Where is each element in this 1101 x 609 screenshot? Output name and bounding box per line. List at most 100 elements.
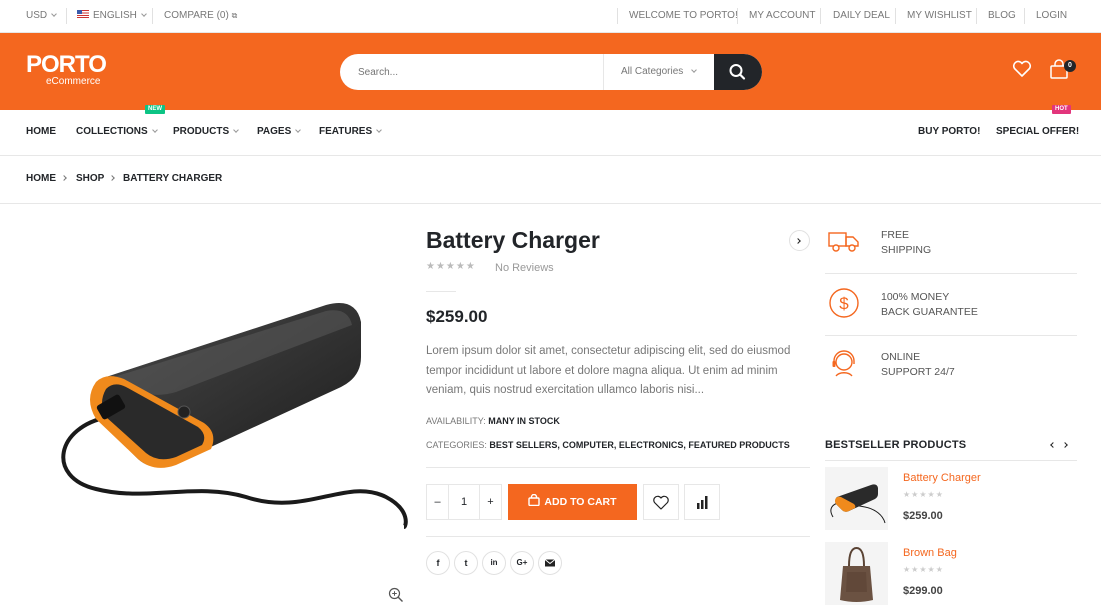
my-wishlist-link[interactable]: MY WISHLIST (907, 0, 972, 33)
wishlist-button[interactable] (1012, 60, 1032, 83)
quantity-input[interactable]: 1 (449, 485, 479, 519)
next-product-button[interactable] (789, 230, 810, 251)
search-icon (729, 64, 746, 80)
cart-button[interactable]: 0 (1048, 58, 1076, 85)
quantity-stepper: – 1 + (426, 484, 502, 520)
chevron-down-icon (295, 127, 302, 133)
bestseller-thumb[interactable] (825, 467, 888, 530)
battery-charger-thumb (830, 484, 886, 524)
linkedin-share-button[interactable]: in (482, 551, 506, 575)
product-title: Battery Charger (426, 227, 600, 253)
bestseller-price: $299.00 (903, 585, 943, 597)
heart-icon (1012, 60, 1032, 77)
breadcrumb-current: BATTERY CHARGER (123, 173, 223, 184)
chevron-down-icon (141, 11, 147, 17)
carousel-next-button[interactable] (1062, 440, 1072, 450)
bestseller-thumb[interactable] (825, 542, 888, 605)
hot-tag: HOT (1052, 105, 1071, 114)
add-to-wishlist-button[interactable] (643, 484, 679, 520)
feature-money-back: $ 100% MONEY BACK GUARANTEE (825, 274, 1077, 336)
bestseller-name[interactable]: Brown Bag (903, 547, 957, 559)
breadcrumb-home[interactable]: HOME (26, 173, 56, 184)
chevron-down-icon (51, 11, 57, 17)
rating-stars: ★★★★★ (903, 490, 944, 499)
add-to-compare-button[interactable] (684, 484, 720, 520)
add-to-cart-button[interactable]: ADD TO CART (508, 484, 637, 520)
nav-products-label: PRODUCTS (173, 126, 230, 137)
language-switcher[interactable]: ENGLISH (77, 0, 147, 33)
welcome-link[interactable]: WELCOME TO PORTO! (629, 0, 738, 33)
email-share-button[interactable] (538, 551, 562, 575)
reviews-count[interactable]: No Reviews (495, 262, 554, 274)
logo-subtext: eCommerce (46, 76, 101, 87)
divider (895, 8, 896, 24)
divider (617, 8, 618, 24)
feature-text: ONLINE SUPPORT 24/7 (881, 350, 955, 380)
search-bar: All Categories (340, 54, 762, 90)
quantity-decrease-button[interactable]: – (427, 485, 449, 519)
divider (426, 291, 456, 292)
breadcrumb-shop[interactable]: SHOP (76, 173, 104, 184)
compare-link[interactable]: COMPARE (0) ⧉ (164, 0, 237, 33)
rating-stars: ★★★★★ (903, 565, 944, 574)
availability: AVAILABILITY: MANY IN STOCK (426, 416, 560, 426)
googleplus-share-button[interactable]: G+ (510, 551, 534, 575)
feature-line1: ONLINE (881, 351, 921, 363)
product-image[interactable] (26, 227, 411, 609)
divider (825, 460, 1077, 461)
nav-features-label: FEATURES (319, 126, 373, 137)
add-to-cart-label: ADD TO CART (544, 496, 617, 508)
site-header: PORTO eCommerce All Categories 0 (0, 33, 1101, 110)
zoom-icon[interactable] (388, 587, 404, 603)
twitter-share-button[interactable]: t (454, 551, 478, 575)
categories-value[interactable]: BEST SELLERS, COMPUTER, ELECTRONICS, FEA… (489, 440, 789, 450)
divider (737, 8, 738, 24)
nav-home[interactable]: HOME (26, 110, 56, 156)
currency-label: USD (26, 10, 48, 21)
currency-switcher[interactable]: USD (26, 0, 57, 33)
quantity-increase-button[interactable]: + (479, 485, 501, 519)
cart-count-badge: 0 (1064, 60, 1076, 72)
search-input[interactable] (358, 54, 598, 90)
rating-stars: ★★★★★ (426, 261, 476, 272)
chevron-right-icon (1062, 442, 1068, 448)
chevron-down-icon (691, 67, 698, 73)
chevron-right-icon (109, 175, 115, 181)
nav-special-offer[interactable]: SPECIAL OFFER! (996, 110, 1079, 156)
divider (976, 8, 977, 24)
nav-products[interactable]: PRODUCTS (173, 110, 239, 156)
nav-collections[interactable]: COLLECTIONS (76, 110, 158, 156)
nav-collections-label: COLLECTIONS (76, 126, 148, 137)
nav-buy-porto[interactable]: BUY PORTO! (918, 110, 980, 156)
support-icon (832, 350, 855, 377)
nav-pages[interactable]: PAGES (257, 110, 302, 156)
daily-deal-link[interactable]: DAILY DEAL (833, 0, 890, 33)
divider (66, 8, 67, 24)
chevron-down-icon (233, 127, 239, 133)
availability-label: AVAILABILITY: (426, 416, 486, 426)
breadcrumb: HOME SHOP BATTERY CHARGER (0, 156, 1101, 204)
nav-features[interactable]: FEATURES (319, 110, 382, 156)
language-label: ENGLISH (93, 10, 137, 21)
top-bar: USD ENGLISH COMPARE (0) ⧉ WELCOME TO POR… (0, 0, 1101, 33)
chevron-down-icon (151, 127, 158, 133)
bestseller-price: $259.00 (903, 510, 943, 522)
category-select-label: All Categories (621, 66, 684, 77)
chevron-down-icon (376, 127, 382, 133)
main-nav: HOME COLLECTIONS NEW PRODUCTS PAGES FEAT… (0, 105, 1101, 156)
logo[interactable]: PORTO eCommerce (26, 53, 107, 88)
my-account-link[interactable]: MY ACCOUNT (749, 0, 816, 33)
blog-link[interactable]: BLOG (988, 0, 1016, 33)
carousel-prev-button[interactable] (1048, 440, 1058, 450)
search-button[interactable] (714, 54, 762, 90)
feature-line1: 100% MONEY (881, 291, 950, 303)
bestseller-name[interactable]: Battery Charger (903, 472, 981, 484)
nav-pages-label: PAGES (257, 126, 292, 137)
envelope-icon (544, 559, 556, 567)
divider (426, 467, 810, 468)
facebook-share-button[interactable]: f (426, 551, 450, 575)
categories: CATEGORIES: BEST SELLERS, COMPUTER, ELEC… (426, 440, 790, 450)
divider (1024, 8, 1025, 24)
category-select[interactable]: All Categories (603, 54, 718, 90)
login-link[interactable]: LOGIN (1036, 0, 1067, 33)
